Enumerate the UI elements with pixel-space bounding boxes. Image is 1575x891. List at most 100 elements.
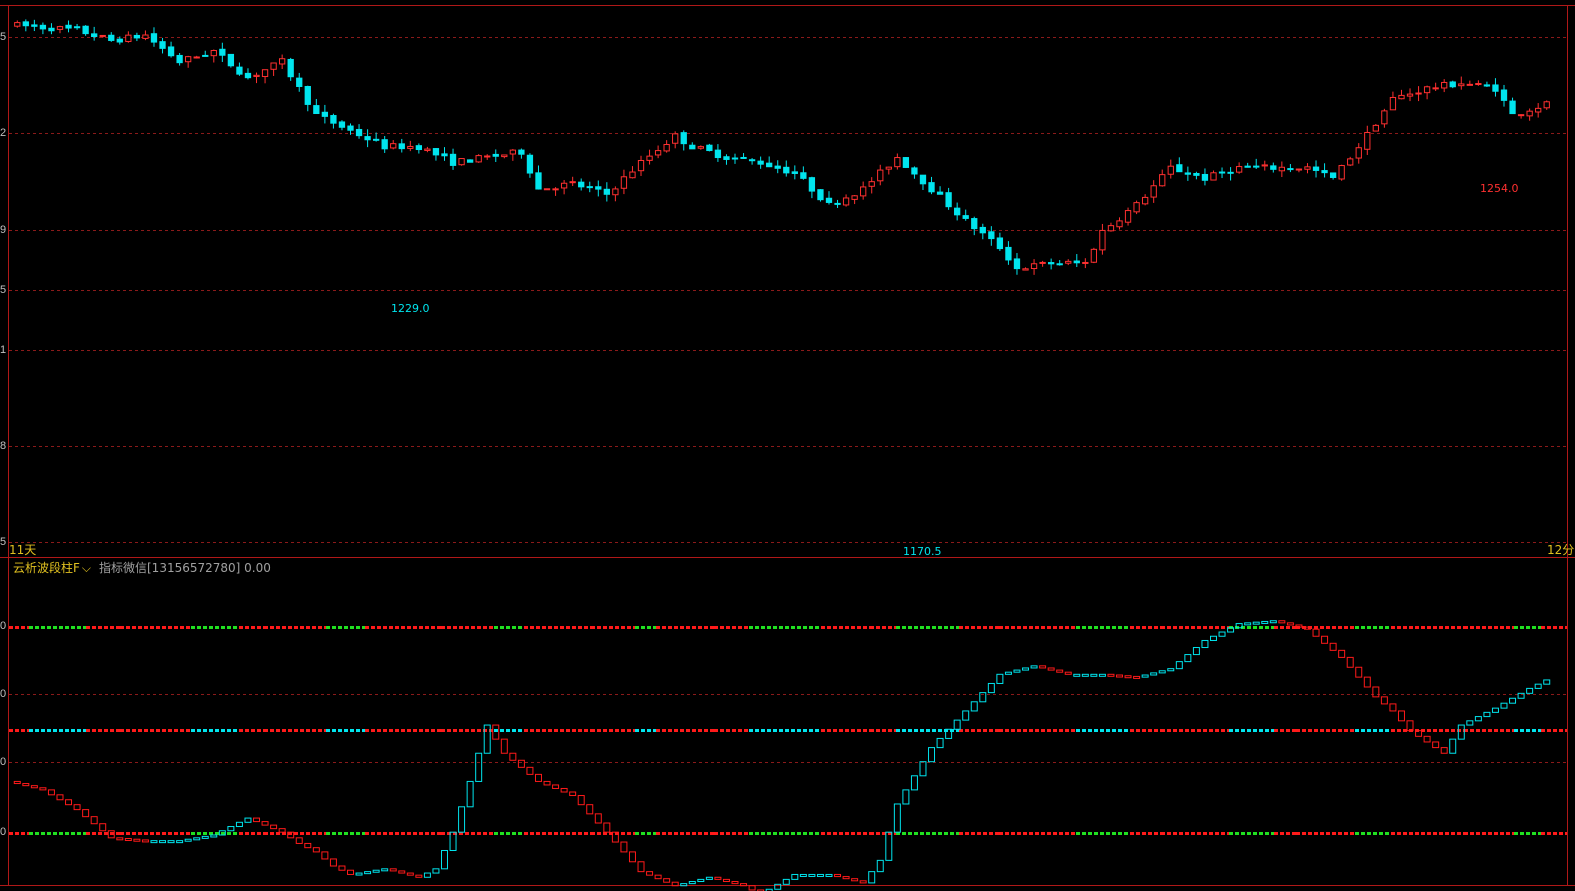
candle-body-down xyxy=(1500,89,1508,101)
candle-body-up xyxy=(1039,261,1046,264)
indicator-bar xyxy=(688,881,696,885)
candle-body-down xyxy=(1329,172,1337,178)
indicator-bar xyxy=(150,840,158,844)
indicator-bar xyxy=(1466,720,1474,726)
indicator-bar xyxy=(569,791,577,797)
candle-body-up xyxy=(877,169,884,182)
indicator-bar xyxy=(65,799,73,806)
indicator-bar xyxy=(1500,702,1508,709)
chevron-down-icon[interactable]: ⌵ xyxy=(82,561,91,575)
indicator-bar xyxy=(56,794,64,801)
candle-body-up xyxy=(99,34,106,37)
candle-body-down xyxy=(1321,170,1328,174)
candle-body-up xyxy=(1022,268,1029,271)
candle-body-up xyxy=(56,26,64,30)
candle-body-down xyxy=(39,24,47,30)
candle-body-down xyxy=(1483,84,1491,87)
candle-body-down xyxy=(116,38,123,43)
indicator-bar xyxy=(868,871,876,884)
indicator-bar xyxy=(1004,671,1012,675)
candle-body-up xyxy=(185,56,192,63)
indicator-bar xyxy=(628,851,636,863)
candle-body-up xyxy=(424,148,431,151)
candle-body-up xyxy=(1304,166,1311,170)
candle-body-down xyxy=(945,192,952,208)
candle-body-up xyxy=(1372,124,1379,132)
candle-body-up xyxy=(851,195,858,200)
indicator-bar xyxy=(534,773,542,782)
candle-body-up xyxy=(620,176,628,189)
candle-body-up xyxy=(1065,260,1072,264)
candle-body-down xyxy=(381,139,388,150)
indicator-bar xyxy=(663,878,671,883)
candle-body-up xyxy=(1364,132,1371,150)
indicator-bar xyxy=(1201,639,1209,649)
indicator-bar xyxy=(705,876,713,880)
indicator-bar xyxy=(1269,620,1277,624)
indicator-bar xyxy=(22,783,30,787)
indicator-bar xyxy=(1022,667,1030,671)
candle-body-up xyxy=(1295,168,1303,171)
candle-body-up xyxy=(125,34,132,42)
candle-body-down xyxy=(236,66,243,75)
candle-body-down xyxy=(723,156,730,160)
indicator-bar xyxy=(432,868,440,874)
indicator-bar xyxy=(1039,665,1047,669)
indicator-bar xyxy=(235,821,243,828)
candle-body-down xyxy=(1056,263,1063,266)
indicator-bar xyxy=(731,881,739,885)
price-tick: 9 xyxy=(0,224,7,236)
candle-body-up xyxy=(270,62,277,70)
indicator-bar xyxy=(227,826,235,832)
indicator-bar xyxy=(441,849,448,870)
price-tick: 5 xyxy=(0,284,7,296)
candle-body-down xyxy=(535,172,542,190)
candle-body-down xyxy=(1227,171,1234,174)
candle-body-up xyxy=(1475,83,1482,86)
candle-body-up xyxy=(654,150,662,156)
candle-body-up xyxy=(1116,220,1123,228)
indicator-bar xyxy=(99,823,107,832)
indicator-bar xyxy=(1372,686,1380,698)
candle-body-up xyxy=(1526,110,1533,117)
level-tick: 0 xyxy=(0,826,7,838)
candle-body-down xyxy=(748,159,756,162)
indicator-bar xyxy=(1073,673,1081,677)
indicator-bar xyxy=(1491,707,1499,713)
candle-body-up xyxy=(1415,92,1422,95)
candle-body-down xyxy=(1509,100,1516,115)
candle-body-down xyxy=(338,121,346,128)
candle-body-down xyxy=(791,171,798,174)
candle-body-up xyxy=(1543,101,1550,109)
indicator-bar xyxy=(13,780,21,785)
indicator-bar xyxy=(637,861,645,873)
indicator-name[interactable]: 云析波段柱F ⌵ xyxy=(13,559,91,576)
indicator-bar xyxy=(1244,622,1252,626)
indicator-bar xyxy=(1534,683,1542,689)
candle-body-down xyxy=(449,153,457,166)
candle-body-down xyxy=(808,177,816,192)
indicator-bar xyxy=(176,840,184,844)
candle-body-up xyxy=(860,186,867,197)
candle-body-down xyxy=(364,136,371,141)
indicator-bar xyxy=(1474,716,1482,722)
candle-body-up xyxy=(629,171,636,179)
indicator-bar xyxy=(1440,747,1448,754)
indicator-bar xyxy=(1167,668,1175,672)
candle-body-up xyxy=(1517,114,1525,117)
indicator-bar xyxy=(825,873,833,877)
price-tick: 1 xyxy=(0,344,7,356)
candle-body-down xyxy=(800,172,807,179)
candle-body-down xyxy=(1013,258,1021,270)
candle-body-down xyxy=(706,144,713,152)
indicator-bar xyxy=(253,817,261,823)
indicator-bar xyxy=(1509,697,1517,704)
level-tick: 0 xyxy=(0,620,7,632)
candle-body-down xyxy=(825,197,833,203)
candle-body-down xyxy=(518,149,525,155)
indicator-bar xyxy=(1056,669,1064,673)
candle-body-down xyxy=(1312,166,1320,171)
indicator-bar xyxy=(30,785,38,789)
indicator-bar xyxy=(184,838,192,842)
candle-body-down xyxy=(1287,168,1294,171)
